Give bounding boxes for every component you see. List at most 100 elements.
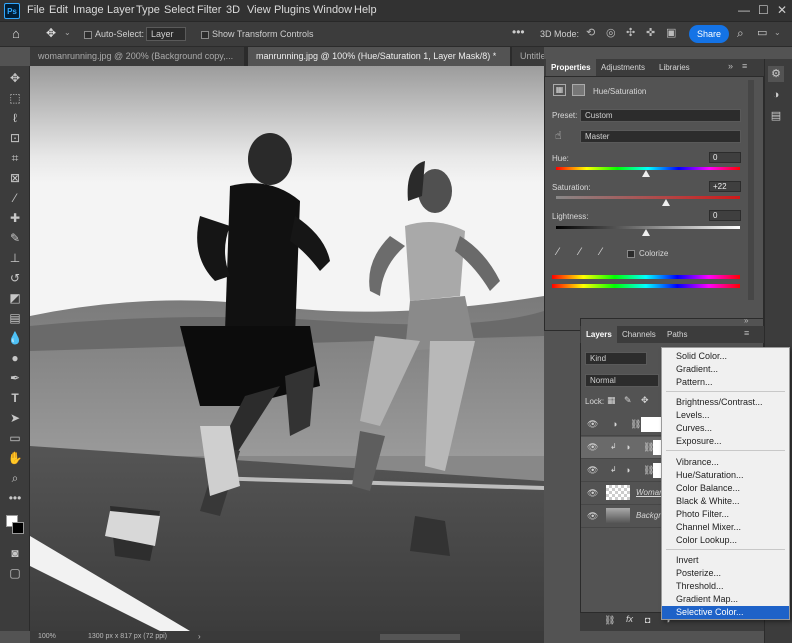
minimize-button[interactable]: —: [738, 3, 750, 17]
healing-brush-icon[interactable]: ✚: [7, 210, 23, 226]
menu-item-selective-color[interactable]: Selective Color...: [662, 606, 789, 619]
layer-mask-thumbnail[interactable]: [653, 440, 661, 455]
link-layers-icon[interactable]: ⛓: [604, 615, 615, 626]
document-info[interactable]: 1300 px x 817 px (72 ppi): [88, 631, 167, 643]
tab-layers[interactable]: Layers: [581, 326, 617, 343]
eraser-icon[interactable]: ◩: [7, 290, 23, 306]
marquee-icon[interactable]: ⬚: [7, 90, 23, 106]
frame-icon[interactable]: ⊠: [7, 170, 23, 186]
eyedropper-icon[interactable]: ⁄: [7, 190, 23, 206]
object-select-icon[interactable]: ⊡: [7, 130, 23, 146]
menu-item-gradient[interactable]: Gradient...: [662, 363, 789, 376]
on-image-adjust-icon[interactable]: ☝: [555, 129, 562, 142]
status-chevron-icon[interactable]: ›: [198, 631, 201, 643]
blend-mode-dropdown[interactable]: Normal: [585, 374, 659, 387]
3d-slide-icon[interactable]: ✜: [646, 26, 655, 39]
layer-name-background[interactable]: Backgr: [636, 511, 661, 520]
menu-item-gradient-map[interactable]: Gradient Map...: [662, 593, 789, 606]
chevron-down-icon[interactable]: ⌄: [64, 28, 71, 37]
layer-mask-thumbnail[interactable]: [653, 463, 661, 478]
collapse-icon[interactable]: »: [728, 61, 733, 71]
background-color-swatch[interactable]: [12, 522, 24, 534]
tab-manrunning[interactable]: manrunning.jpg @ 100% (Hue/Saturation 1,…: [248, 47, 510, 66]
lock-position-icon[interactable]: ✥: [641, 395, 649, 406]
layers-menu-icon[interactable]: ≡: [744, 328, 749, 338]
workspace-icon[interactable]: ▭: [757, 26, 767, 39]
stamp-icon[interactable]: ⊥: [7, 250, 23, 266]
pen-icon[interactable]: ✒: [7, 370, 23, 386]
gradient-icon[interactable]: ▤: [7, 310, 23, 326]
menu-item-color-balance[interactable]: Color Balance...: [662, 482, 789, 495]
3d-scale-icon[interactable]: ▣: [666, 26, 676, 39]
quick-mask-icon[interactable]: ◙: [7, 545, 23, 561]
hue-input[interactable]: 0: [709, 152, 741, 163]
menu-window[interactable]: Window: [313, 4, 352, 16]
visibility-eye-icon[interactable]: 👁: [587, 442, 598, 453]
layer-thumbnail[interactable]: [606, 485, 630, 500]
menu-item-levels[interactable]: Levels...: [662, 409, 789, 422]
adjustments-icon[interactable]: ◑: [768, 87, 784, 103]
share-button[interactable]: Share: [689, 25, 729, 43]
brush-icon[interactable]: ✎: [7, 230, 23, 246]
tab-adjustments[interactable]: Adjustments: [596, 59, 650, 76]
auto-select-dropdown[interactable]: Layer: [146, 27, 186, 41]
eyedropper-subtract-icon[interactable]: ⁄: [600, 246, 602, 258]
menu-item-vibrance[interactable]: Vibrance...: [662, 456, 789, 469]
menu-item-photo-filter[interactable]: Photo Filter...: [662, 508, 789, 521]
visibility-eye-icon[interactable]: 👁: [587, 465, 598, 476]
horizontal-scrollbar[interactable]: [380, 634, 460, 640]
maximize-button[interactable]: ☐: [758, 3, 769, 17]
close-window-button[interactable]: ✕: [777, 3, 787, 17]
tab-womanrunning[interactable]: womanrunning.jpg @ 200% (Background copy…: [30, 47, 244, 66]
history-brush-icon[interactable]: ↺: [7, 270, 23, 286]
path-select-icon[interactable]: ➤: [7, 410, 23, 426]
add-mask-icon[interactable]: ◘: [645, 615, 650, 625]
menu-plugins[interactable]: Plugins: [274, 4, 310, 16]
menu-edit[interactable]: Edit: [49, 4, 68, 16]
auto-select-checkbox[interactable]: [84, 31, 92, 39]
screen-mode-icon[interactable]: ▢: [7, 565, 23, 581]
document-canvas[interactable]: [30, 66, 544, 631]
workspace-chevron-icon[interactable]: ⌄: [774, 28, 781, 37]
lightness-slider-thumb[interactable]: [642, 229, 650, 236]
menu-item-color-lookup[interactable]: Color Lookup...: [662, 534, 789, 547]
tab-paths[interactable]: Paths: [662, 326, 692, 343]
menu-view[interactable]: View: [247, 4, 271, 16]
hue-slider-thumb[interactable]: [642, 170, 650, 177]
visibility-eye-icon[interactable]: 👁: [587, 488, 598, 499]
menu-type[interactable]: Type: [136, 4, 160, 16]
panel-menu-icon[interactable]: ≡: [742, 61, 747, 71]
menu-help[interactable]: Help: [354, 4, 377, 16]
visibility-eye-icon[interactable]: 👁: [587, 511, 598, 522]
menu-filter[interactable]: Filter: [197, 4, 221, 16]
menu-item-invert[interactable]: Invert: [662, 554, 789, 567]
layer-filter-dropdown[interactable]: Kind: [585, 352, 647, 365]
blur-icon[interactable]: 💧: [7, 330, 23, 346]
more-options-icon[interactable]: •••: [512, 25, 525, 39]
channel-dropdown[interactable]: Master: [580, 130, 741, 143]
layer-thumbnail[interactable]: [606, 508, 630, 523]
menu-item-posterize[interactable]: Posterize...: [662, 567, 789, 580]
lightness-input[interactable]: 0: [709, 210, 741, 221]
show-transform-checkbox[interactable]: [201, 31, 209, 39]
zoom-level[interactable]: 100%: [38, 631, 56, 643]
3d-roll-icon[interactable]: ◎: [606, 26, 616, 39]
menu-select[interactable]: Select: [164, 4, 195, 16]
menu-item-solid-color[interactable]: Solid Color...: [662, 350, 789, 363]
lock-transparency-icon[interactable]: ▦: [607, 395, 616, 406]
menu-item-pattern[interactable]: Pattern...: [662, 376, 789, 389]
mask-icon[interactable]: [572, 84, 585, 96]
type-icon[interactable]: T: [7, 390, 23, 406]
layer-mask-thumbnail[interactable]: [641, 417, 661, 432]
panel-collapse-icon[interactable]: »: [744, 316, 748, 325]
crop-icon[interactable]: ⌗: [7, 150, 23, 166]
saturation-slider-track[interactable]: [556, 196, 740, 199]
menu-3d[interactable]: 3D: [226, 4, 240, 16]
saturation-input[interactable]: +22: [709, 181, 741, 192]
menu-item-channel-mixer[interactable]: Channel Mixer...: [662, 521, 789, 534]
3d-orbit-icon[interactable]: ⟲: [586, 26, 595, 39]
lock-pixels-icon[interactable]: ✎: [624, 395, 632, 406]
tab-untitled[interactable]: Untitle: [512, 47, 544, 66]
menu-item-curves[interactable]: Curves...: [662, 422, 789, 435]
menu-item-black-white[interactable]: Black & White...: [662, 495, 789, 508]
